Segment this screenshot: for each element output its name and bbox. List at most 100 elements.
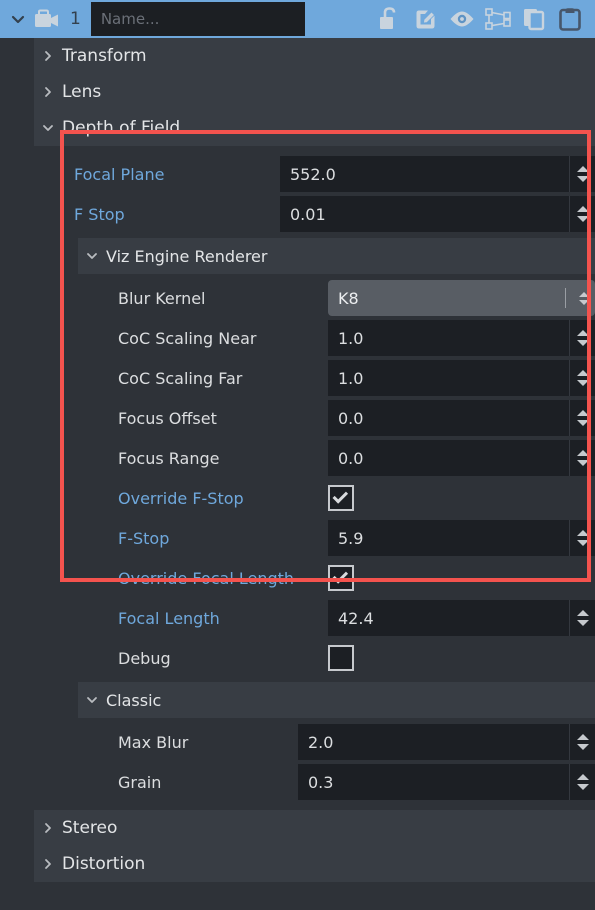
spinner-blur-kernel[interactable] [573, 280, 595, 316]
spinner-down-icon[interactable] [576, 420, 589, 426]
focal-length-field[interactable]: 42.4 [328, 600, 595, 636]
coc-scaling-near-field[interactable]: 1.0 [328, 320, 595, 356]
property-label: Grain [118, 772, 162, 792]
group-label: Transform [62, 46, 147, 66]
group-header-viz-engine-renderer[interactable]: Viz Engine Renderer [78, 238, 595, 274]
coc-scaling-far-field[interactable]: 1.0 [328, 360, 595, 396]
group-label: Classic [106, 690, 162, 710]
property-row-focus-range: Focus Range 0.0 [0, 438, 595, 478]
group-label: Depth of Field [62, 118, 181, 138]
spinner-down-icon[interactable] [576, 176, 589, 182]
spinner-up-icon[interactable] [576, 206, 589, 212]
property-label: Focus Range [118, 448, 220, 468]
group-header-transform[interactable]: Transform [34, 38, 595, 74]
focal-plane-field[interactable]: 552.0 [280, 156, 595, 192]
override-f-stop-checkbox[interactable] [328, 485, 354, 511]
group-label: Distortion [62, 854, 146, 874]
spinner-down-icon[interactable] [576, 380, 589, 386]
property-label: F-Stop [118, 528, 170, 548]
property-row-override-focal-length: Override Focal Length [0, 558, 595, 598]
spinner-focus-offset[interactable] [569, 400, 595, 436]
checkbox-wrapper [328, 565, 595, 591]
spinner-coc-scaling-far[interactable] [569, 360, 595, 396]
spinner-focal-plane[interactable] [569, 156, 595, 192]
spinner-grain[interactable] [569, 764, 595, 800]
property-panel: Transform Lens Depth of Field Focal Plan… [0, 38, 595, 910]
blur-kernel-combobox[interactable]: K8 [328, 280, 595, 316]
group-header-depth-of-field[interactable]: Depth of Field [34, 110, 595, 146]
group-header-lens[interactable]: Lens [34, 74, 595, 110]
chevron-down-icon[interactable] [6, 0, 30, 38]
override-focal-length-checkbox[interactable] [328, 565, 354, 591]
spinner-down-icon[interactable] [576, 216, 589, 222]
spinner-up-icon[interactable] [576, 530, 589, 536]
property-row-coc-scaling-far: CoC Scaling Far 1.0 [0, 358, 595, 398]
spinner-coc-scaling-near[interactable] [569, 320, 595, 356]
spinner-up-icon[interactable] [576, 330, 589, 336]
spinner-down-icon[interactable] [576, 744, 589, 750]
f-stop-field[interactable]: 0.01 [280, 196, 595, 232]
chevron-right-icon[interactable] [34, 846, 62, 882]
spinner-focus-range[interactable] [569, 440, 595, 476]
chevron-down-icon[interactable] [78, 682, 106, 718]
max-blur-field[interactable]: 2.0 [298, 724, 595, 760]
property-row-coc-scaling-near: CoC Scaling Near 1.0 [0, 318, 595, 358]
chevron-right-icon[interactable] [34, 810, 62, 846]
object-header-bar: 1 [0, 0, 595, 38]
debug-checkbox[interactable] [328, 645, 354, 671]
property-label: Focal Plane [74, 164, 165, 184]
eye-icon[interactable] [447, 2, 477, 36]
edit-icon[interactable] [411, 2, 441, 36]
divider [565, 288, 566, 308]
spinner-viz-f-stop[interactable] [569, 520, 595, 556]
property-label: Override Focal Length [118, 568, 295, 588]
field-value: 0.01 [290, 204, 326, 224]
focus-offset-field[interactable]: 0.0 [328, 400, 595, 436]
property-label: CoC Scaling Far [118, 368, 243, 388]
chevron-down-icon[interactable] [34, 110, 62, 146]
spinner-up-icon[interactable] [576, 370, 589, 376]
spinner-down-icon[interactable] [576, 460, 589, 466]
check-icon [332, 568, 349, 584]
chevron-right-icon[interactable] [34, 74, 62, 110]
spinner-up-icon[interactable] [576, 410, 589, 416]
checkbox-wrapper [328, 645, 595, 671]
group-header-stereo[interactable]: Stereo [34, 810, 595, 846]
chevron-down-icon[interactable] [78, 238, 106, 274]
spinner-up-icon[interactable] [576, 610, 589, 616]
property-label: F Stop [74, 204, 125, 224]
spinner-up-icon[interactable] [576, 166, 589, 172]
paste-clipboard-icon[interactable] [555, 2, 585, 36]
unlock-icon[interactable] [375, 2, 405, 36]
group-header-classic[interactable]: Classic [78, 682, 595, 718]
field-value: 1.0 [338, 328, 364, 348]
group-label: Lens [62, 82, 102, 102]
spinner-max-blur[interactable] [569, 724, 595, 760]
spinner-focal-length[interactable] [569, 600, 595, 636]
object-number: 1 [70, 9, 81, 29]
spinner-down-icon[interactable] [576, 620, 589, 626]
spinner-up-icon[interactable] [576, 734, 589, 740]
property-row-grain: Grain 0.3 [0, 762, 595, 802]
spinner-down-icon[interactable] [576, 540, 589, 546]
spinner-up-icon[interactable] [579, 291, 589, 297]
copy-icon[interactable] [519, 2, 549, 36]
spinner-up-icon[interactable] [576, 774, 589, 780]
focus-range-field[interactable]: 0.0 [328, 440, 595, 476]
chevron-right-icon[interactable] [34, 38, 62, 74]
property-label: Blur Kernel [118, 288, 206, 308]
spinner-down-icon[interactable] [579, 299, 589, 305]
grain-field[interactable]: 0.3 [298, 764, 595, 800]
name-input[interactable] [90, 2, 305, 36]
viz-f-stop-field[interactable]: 5.9 [328, 520, 595, 556]
spinner-down-icon[interactable] [576, 784, 589, 790]
spinner-up-icon[interactable] [576, 450, 589, 456]
spinner-down-icon[interactable] [576, 340, 589, 346]
group-header-distortion[interactable]: Distortion [34, 846, 595, 882]
group-label: Viz Engine Renderer [106, 246, 268, 266]
field-value: 0.0 [338, 408, 364, 428]
property-row-max-blur: Max Blur 2.0 [0, 722, 595, 762]
transform-nodes-icon[interactable] [483, 2, 513, 36]
spinner-f-stop[interactable] [569, 196, 595, 232]
